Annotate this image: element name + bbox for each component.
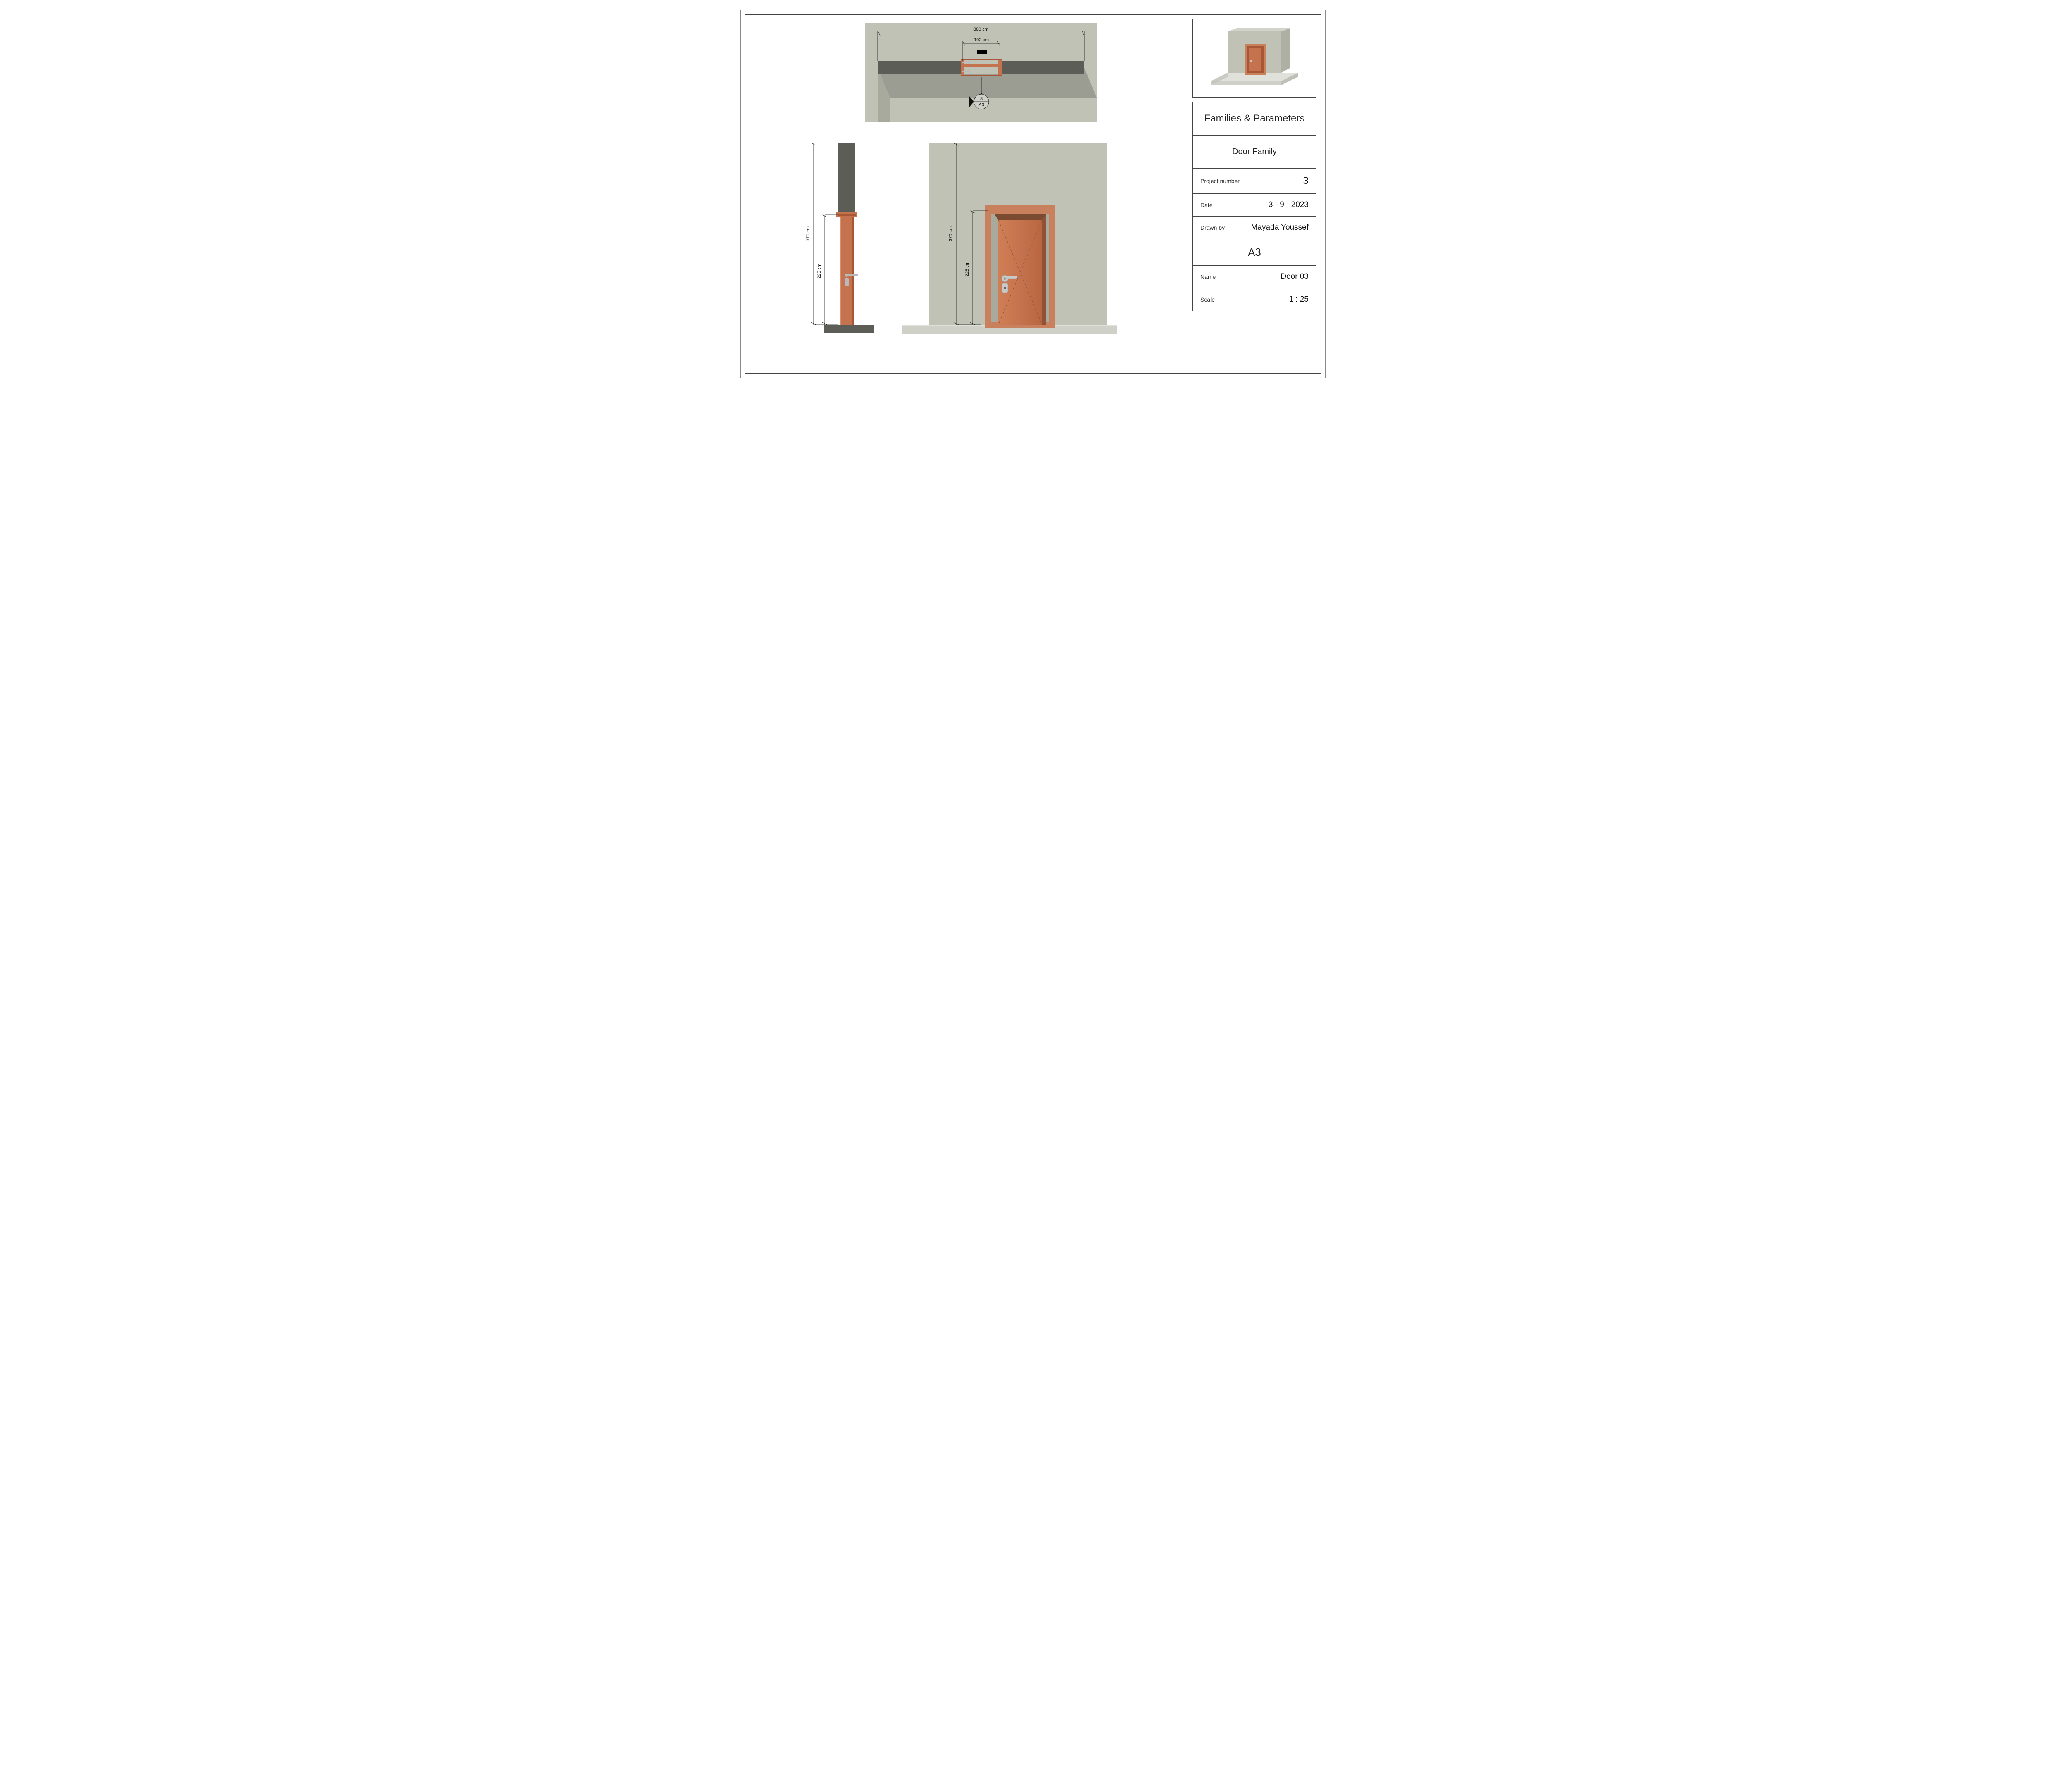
titleblock-subheading: Door Family [1193, 135, 1316, 168]
titleblock-info: Families & Parameters Door Family Projec… [1192, 102, 1316, 311]
drawing-area: 380 cm 102 cm [750, 19, 1188, 369]
project-number-value: 3 [1303, 175, 1309, 187]
elevation-view: 370 cm 225 cm [898, 143, 1121, 345]
sheet-number: A3 [1193, 239, 1316, 265]
sheet-outer: 380 cm 102 cm [731, 0, 1335, 388]
plan-view: 380 cm 102 cm [865, 23, 1097, 131]
scale-value: 1 : 25 [1289, 295, 1309, 304]
project-number-label: Project number [1200, 178, 1240, 184]
date-value: 3 - 9 - 2023 [1269, 200, 1309, 209]
section-view: 370 cm 225 cm [778, 143, 886, 341]
scale-label: Scale [1200, 296, 1215, 303]
dim-section-wall-height: 370 cm [806, 226, 811, 241]
titleblock-3d-thumbnail [1192, 19, 1316, 98]
drawn-by-label: Drawn by [1200, 224, 1225, 231]
date-label: Date [1200, 202, 1213, 208]
dim-plan-width: 380 cm [973, 27, 988, 32]
sheet-border-inner: 380 cm 102 cm [745, 14, 1321, 374]
dim-door-width: 102 cm [974, 38, 989, 43]
titleblock-heading: Families & Parameters [1193, 102, 1316, 135]
dim-section-door-height: 225 cm [817, 264, 822, 278]
section-tag-number: 3 [980, 96, 983, 101]
name-value: Door 03 [1281, 272, 1309, 281]
sheet-border-outer: 380 cm 102 cm [740, 10, 1326, 378]
section-tag-sheet: A3 [978, 102, 984, 107]
drawn-by-value: Mayada Youssef [1251, 223, 1309, 232]
dim-elev-wall-height: 370 cm [948, 226, 953, 241]
dim-elev-door-height: 225 cm [965, 262, 970, 276]
titleblock: Families & Parameters Door Family Projec… [1192, 19, 1316, 369]
name-label: Name [1200, 274, 1216, 280]
